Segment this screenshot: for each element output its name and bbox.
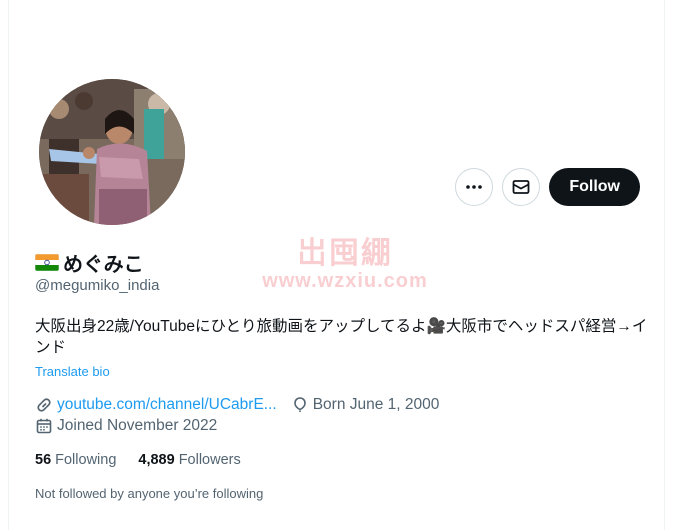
following-count: 56 — [35, 452, 52, 468]
followers-label: Followers — [178, 452, 241, 468]
profile-bio: 大阪出身22歳/YouTubeにひとり旅動画をアップしてるよ🎥大阪市でヘッドスパ… — [35, 318, 648, 356]
profile-website-link[interactable]: youtube.com/channel/UCabrE... — [57, 396, 277, 414]
balloon-icon — [291, 396, 309, 414]
profile-meta-row-1: youtube.com/channel/UCabrE... Born June … — [35, 396, 439, 414]
profile-avatar[interactable] — [39, 79, 185, 225]
profile-panel: Follow めぐみこ @megumiko_india 大阪出身22歳/YouT… — [8, 0, 665, 530]
profile-meta-row-2: Joined November 2022 — [35, 417, 217, 435]
mutual-followers-note: Not followed by anyone you’re following — [35, 486, 264, 501]
message-button[interactable] — [502, 168, 541, 206]
display-name-row: めぐみこ — [35, 248, 144, 277]
profile-join-date: Joined November 2022 — [57, 417, 218, 434]
profile-birthdate: Born June 1, 2000 — [312, 396, 440, 413]
india-flag-icon — [35, 254, 59, 271]
display-name: めぐみこ — [63, 254, 144, 276]
calendar-icon — [35, 417, 53, 435]
profile-actions: Follow — [455, 168, 640, 206]
following-link[interactable]: 56 Following — [35, 452, 116, 468]
envelope-icon — [512, 180, 530, 194]
follow-stats: 56 Following 4,889 Followers — [35, 452, 241, 468]
profile-handle: @megumiko_india — [35, 277, 160, 294]
followers-count: 4,889 — [138, 452, 175, 468]
follow-button[interactable]: Follow — [549, 168, 640, 206]
translate-bio-link[interactable]: Translate bio — [35, 364, 110, 379]
more-options-button[interactable] — [455, 168, 494, 206]
link-icon — [35, 396, 53, 414]
following-label: Following — [55, 452, 117, 468]
followers-link[interactable]: 4,889 Followers — [138, 452, 240, 468]
more-horizontal-icon — [466, 185, 483, 189]
